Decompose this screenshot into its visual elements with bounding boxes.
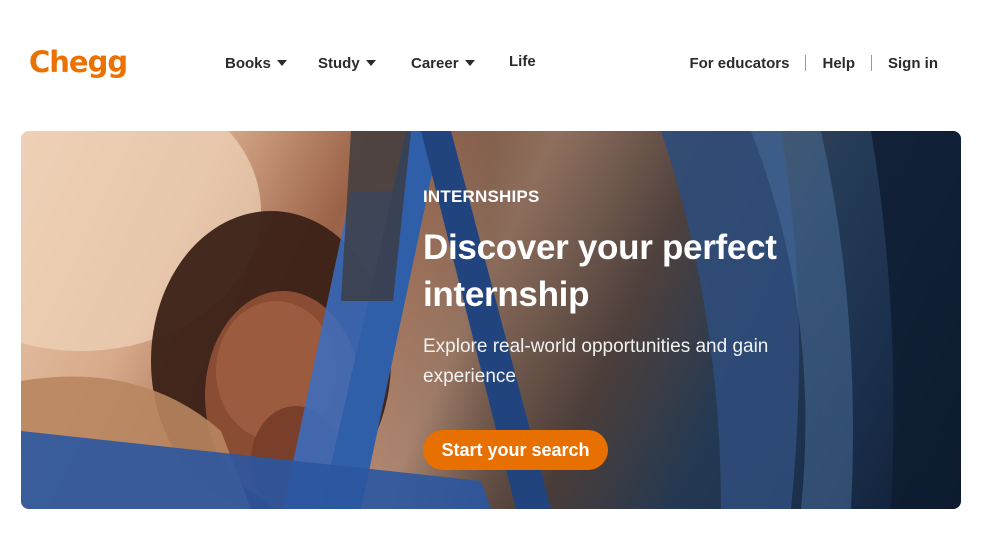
nav-books[interactable]: Books (225, 52, 295, 74)
nav-career[interactable]: Career (411, 52, 481, 74)
hero-headline-line: Discover your perfect (423, 228, 777, 267)
hero-headline-line: internship (423, 275, 590, 314)
site-header: Chegg Books Study Career Life For educat… (0, 0, 982, 120)
caret-down-icon (464, 60, 475, 66)
nav-study-label: Study (318, 54, 360, 72)
nav-life-label: Life (509, 52, 536, 70)
chegg-logo[interactable]: Chegg (29, 44, 128, 80)
hero-subtitle-line: Explore real-world opportunities and gai… (423, 336, 769, 357)
caret-down-icon (276, 60, 287, 66)
sign-in-link[interactable]: Sign in (888, 55, 938, 72)
hero-content: INTERNSHIPS Discover your perfect intern… (423, 186, 863, 392)
for-educators-link[interactable]: For educators (689, 55, 789, 72)
hero-banner: INTERNSHIPS Discover your perfect intern… (21, 131, 961, 509)
hero-subtitle-line: experience (423, 366, 516, 387)
hero-headline: Discover your perfect internship (423, 224, 863, 318)
caret-down-icon (365, 60, 376, 66)
hero-eyebrow: INTERNSHIPS (423, 187, 540, 206)
nav-career-label: Career (411, 54, 459, 72)
start-search-button[interactable]: Start your search (423, 430, 608, 470)
divider (805, 55, 807, 71)
utility-nav: For educators Help Sign in (689, 52, 938, 74)
nav-study[interactable]: Study (318, 52, 388, 74)
nav-life[interactable]: Life (509, 50, 549, 72)
nav-books-label: Books (225, 54, 271, 72)
hero-subtitle: Explore real-world opportunities and gai… (423, 332, 863, 392)
divider (871, 55, 872, 71)
help-link[interactable]: Help (822, 55, 855, 72)
